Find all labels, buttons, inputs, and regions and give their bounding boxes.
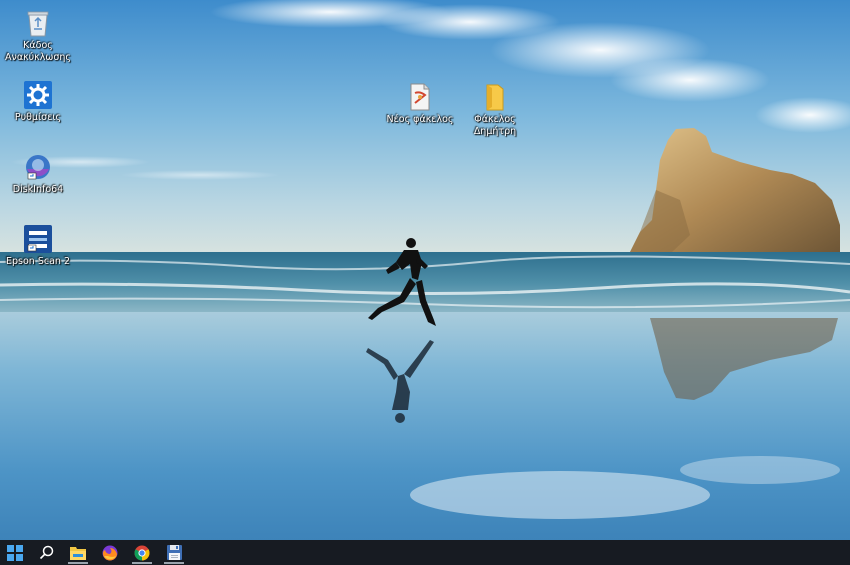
desktop-icon-label: Φάκελος Δημήτρη: [473, 114, 517, 137]
taskbar-chrome[interactable]: [126, 540, 158, 565]
file-explorer-icon: [70, 546, 86, 560]
chrome-icon: [134, 545, 150, 560]
folder-icon: [480, 82, 510, 112]
scanner-icon: [23, 224, 53, 254]
desktop-icon-label: Ρυθμίσεις: [14, 112, 62, 123]
taskbar-firefox[interactable]: [94, 540, 126, 565]
desktop-icon-label: Epson Scan 2: [6, 256, 70, 267]
windows-start-icon: [7, 544, 23, 561]
floppy-disk-icon: [166, 545, 182, 560]
desktop-icon-new-folder-doc[interactable]: Νέος φάκελος: [382, 82, 458, 126]
desktop-icon-label: Νέος φάκελος: [386, 114, 454, 125]
desktop-icon-label: Κάδος Ανακύκλωσης: [5, 40, 71, 63]
gear-icon: [23, 80, 53, 110]
firefox-icon: [102, 545, 118, 561]
start-button[interactable]: [0, 540, 30, 565]
taskbar: [0, 540, 850, 565]
diskinfo-icon: [23, 152, 53, 182]
desktop-icon-epson-scan[interactable]: Epson Scan 2: [0, 224, 76, 268]
desktop-icon-recycle-bin[interactable]: Κάδος Ανακύκλωσης: [0, 8, 76, 64]
taskbar-save-app[interactable]: [158, 540, 190, 565]
taskbar-file-explorer[interactable]: [62, 540, 94, 565]
desktop-icon-label: DiskInfo64: [12, 184, 64, 195]
search-icon: [39, 545, 53, 560]
wallpaper-image: [0, 0, 850, 540]
desktop-icon-folder-dimitri[interactable]: Φάκελος Δημήτρη: [457, 82, 533, 138]
document-icon: [405, 82, 435, 112]
desktop-icon-settings[interactable]: Ρυθμίσεις: [0, 80, 76, 124]
recycle-bin-icon: [23, 8, 53, 38]
desktop: Κάδος Ανακύκλωσης Ρυθμίσεις DiskInfo64 E…: [0, 0, 850, 565]
search-button[interactable]: [30, 540, 62, 565]
desktop-icon-diskinfo[interactable]: DiskInfo64: [0, 152, 76, 196]
